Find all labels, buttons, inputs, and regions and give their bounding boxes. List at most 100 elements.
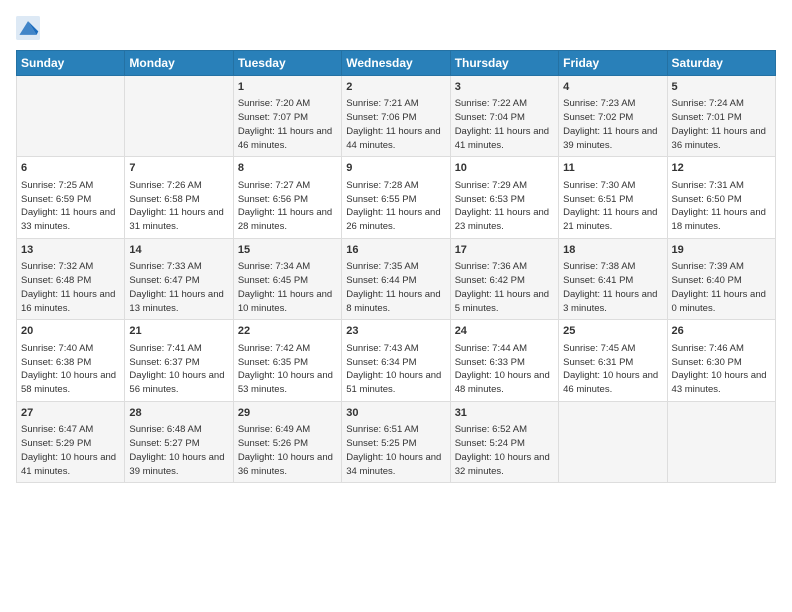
day-number: 30 (346, 406, 445, 421)
calendar-cell: 10Sunrise: 7:29 AM Sunset: 6:53 PM Dayli… (450, 157, 558, 238)
day-header-sunday: Sunday (17, 51, 125, 76)
calendar-cell: 1 Sunrise: 7:20 AM Sunset: 7:07 PM Daylig… (233, 76, 341, 157)
day-number: 29 (238, 406, 337, 421)
calendar-cell: 8Sunrise: 7:27 AM Sunset: 6:56 PM Daylig… (233, 157, 341, 238)
calendar-week-5: 27 Sunrise: 6:47 AM Sunset: 5:29 PM Dayli… (17, 401, 776, 482)
day-content: Sunrise: 7:42 AM Sunset: 6:35 PM Dayligh… (238, 342, 337, 397)
day-content: Sunrise: 7:20 AM Sunset: 7:07 PM Dayligh… (238, 97, 337, 152)
day-number: 3 (455, 80, 554, 95)
day-header-wednesday: Wednesday (342, 51, 450, 76)
day-number: 7 (129, 161, 228, 176)
day-content: Sunrise: 7:45 AM Sunset: 6:31 PM Dayligh… (563, 342, 662, 397)
calendar-cell: 21 Sunrise: 7:41 AM Sunset: 6:37 PM Dayli… (125, 320, 233, 401)
day-content: Sunrise: 7:26 AM Sunset: 6:58 PM Dayligh… (129, 179, 228, 234)
calendar-week-4: 20 Sunrise: 7:40 AM Sunset: 6:38 PM Dayli… (17, 320, 776, 401)
day-content: Sunrise: 6:47 AM Sunset: 5:29 PM Dayligh… (21, 423, 120, 478)
day-number: 2 (346, 80, 445, 95)
day-number: 20 (21, 324, 120, 339)
day-number: 26 (672, 324, 771, 339)
calendar-cell: 22 Sunrise: 7:42 AM Sunset: 6:35 PM Dayli… (233, 320, 341, 401)
day-content: Sunrise: 7:25 AM Sunset: 6:59 PM Dayligh… (21, 179, 120, 234)
calendar-week-1: 1 Sunrise: 7:20 AM Sunset: 7:07 PM Daylig… (17, 76, 776, 157)
day-number: 5 (672, 80, 771, 95)
day-number: 13 (21, 243, 120, 258)
calendar-cell: 19 Sunrise: 7:39 AM Sunset: 6:40 PM Dayli… (667, 238, 775, 319)
calendar-week-2: 6 Sunrise: 7:25 AM Sunset: 6:59 PM Daylig… (17, 157, 776, 238)
day-number: 16 (346, 243, 445, 258)
day-content: Sunrise: 7:31 AM Sunset: 6:50 PM Dayligh… (672, 179, 771, 234)
calendar-cell: 2 Sunrise: 7:21 AM Sunset: 7:06 PM Daylig… (342, 76, 450, 157)
day-content: Sunrise: 7:21 AM Sunset: 7:06 PM Dayligh… (346, 97, 445, 152)
day-number: 1 (238, 80, 337, 95)
calendar-cell: 20 Sunrise: 7:40 AM Sunset: 6:38 PM Dayli… (17, 320, 125, 401)
day-header-monday: Monday (125, 51, 233, 76)
day-content: Sunrise: 7:22 AM Sunset: 7:04 PM Dayligh… (455, 97, 554, 152)
day-content: Sunrise: 7:34 AM Sunset: 6:45 PM Dayligh… (238, 260, 337, 315)
day-number: 15 (238, 243, 337, 258)
logo (16, 16, 44, 40)
calendar-cell: 13 Sunrise: 7:32 AM Sunset: 6:48 PM Dayli… (17, 238, 125, 319)
day-content: Sunrise: 7:24 AM Sunset: 7:01 PM Dayligh… (672, 97, 771, 152)
day-header-saturday: Saturday (667, 51, 775, 76)
calendar-cell: 4 Sunrise: 7:23 AM Sunset: 7:02 PM Daylig… (559, 76, 667, 157)
day-number: 22 (238, 324, 337, 339)
day-content: Sunrise: 7:46 AM Sunset: 6:30 PM Dayligh… (672, 342, 771, 397)
day-content: Sunrise: 7:41 AM Sunset: 6:37 PM Dayligh… (129, 342, 228, 397)
calendar-cell: 11 Sunrise: 7:30 AM Sunset: 6:51 PM Dayli… (559, 157, 667, 238)
calendar-body: 1 Sunrise: 7:20 AM Sunset: 7:07 PM Daylig… (17, 76, 776, 483)
calendar-cell (559, 401, 667, 482)
day-content: Sunrise: 7:33 AM Sunset: 6:47 PM Dayligh… (129, 260, 228, 315)
day-number: 27 (21, 406, 120, 421)
day-content: Sunrise: 7:30 AM Sunset: 6:51 PM Dayligh… (563, 179, 662, 234)
page-header (16, 16, 776, 40)
calendar-cell: 6 Sunrise: 7:25 AM Sunset: 6:59 PM Daylig… (17, 157, 125, 238)
calendar-table: SundayMondayTuesdayWednesdayThursdayFrid… (16, 50, 776, 483)
calendar-cell: 25 Sunrise: 7:45 AM Sunset: 6:31 PM Dayli… (559, 320, 667, 401)
calendar-cell: 14Sunrise: 7:33 AM Sunset: 6:47 PM Dayli… (125, 238, 233, 319)
day-content: Sunrise: 7:36 AM Sunset: 6:42 PM Dayligh… (455, 260, 554, 315)
calendar-cell: 26 Sunrise: 7:46 AM Sunset: 6:30 PM Dayli… (667, 320, 775, 401)
day-number: 23 (346, 324, 445, 339)
day-number: 4 (563, 80, 662, 95)
calendar-cell (17, 76, 125, 157)
day-content: Sunrise: 6:52 AM Sunset: 5:24 PM Dayligh… (455, 423, 554, 478)
calendar-cell: 9Sunrise: 7:28 AM Sunset: 6:55 PM Daylig… (342, 157, 450, 238)
day-number: 12 (672, 161, 771, 176)
day-content: Sunrise: 7:23 AM Sunset: 7:02 PM Dayligh… (563, 97, 662, 152)
day-header-tuesday: Tuesday (233, 51, 341, 76)
calendar-cell: 23 Sunrise: 7:43 AM Sunset: 6:34 PM Dayli… (342, 320, 450, 401)
calendar-cell: 31Sunrise: 6:52 AM Sunset: 5:24 PM Dayli… (450, 401, 558, 482)
day-number: 24 (455, 324, 554, 339)
day-number: 28 (129, 406, 228, 421)
day-number: 6 (21, 161, 120, 176)
calendar-cell (667, 401, 775, 482)
day-number: 19 (672, 243, 771, 258)
day-number: 9 (346, 161, 445, 176)
calendar-cell: 15 Sunrise: 7:34 AM Sunset: 6:45 PM Dayli… (233, 238, 341, 319)
calendar-cell: 12 Sunrise: 7:31 AM Sunset: 6:50 PM Dayli… (667, 157, 775, 238)
day-content: Sunrise: 7:43 AM Sunset: 6:34 PM Dayligh… (346, 342, 445, 397)
calendar-cell: 30 Sunrise: 6:51 AM Sunset: 5:25 PM Dayli… (342, 401, 450, 482)
day-content: Sunrise: 6:51 AM Sunset: 5:25 PM Dayligh… (346, 423, 445, 478)
day-content: Sunrise: 6:48 AM Sunset: 5:27 PM Dayligh… (129, 423, 228, 478)
day-content: Sunrise: 7:44 AM Sunset: 6:33 PM Dayligh… (455, 342, 554, 397)
day-number: 11 (563, 161, 662, 176)
day-content: Sunrise: 7:38 AM Sunset: 6:41 PM Dayligh… (563, 260, 662, 315)
day-number: 8 (238, 161, 337, 176)
calendar-cell: 16Sunrise: 7:35 AM Sunset: 6:44 PM Dayli… (342, 238, 450, 319)
day-number: 25 (563, 324, 662, 339)
day-number: 17 (455, 243, 554, 258)
day-content: Sunrise: 7:40 AM Sunset: 6:38 PM Dayligh… (21, 342, 120, 397)
calendar-header: SundayMondayTuesdayWednesdayThursdayFrid… (17, 51, 776, 76)
calendar-cell: 24 Sunrise: 7:44 AM Sunset: 6:33 PM Dayli… (450, 320, 558, 401)
day-number: 21 (129, 324, 228, 339)
day-content: Sunrise: 7:39 AM Sunset: 6:40 PM Dayligh… (672, 260, 771, 315)
day-content: Sunrise: 6:49 AM Sunset: 5:26 PM Dayligh… (238, 423, 337, 478)
calendar-cell: 17 Sunrise: 7:36 AM Sunset: 6:42 PM Dayli… (450, 238, 558, 319)
day-header-friday: Friday (559, 51, 667, 76)
calendar-cell: 29 Sunrise: 6:49 AM Sunset: 5:26 PM Dayli… (233, 401, 341, 482)
day-content: Sunrise: 7:32 AM Sunset: 6:48 PM Dayligh… (21, 260, 120, 315)
calendar-cell: 5 Sunrise: 7:24 AM Sunset: 7:01 PM Daylig… (667, 76, 775, 157)
calendar-week-3: 13 Sunrise: 7:32 AM Sunset: 6:48 PM Dayli… (17, 238, 776, 319)
day-number: 18 (563, 243, 662, 258)
